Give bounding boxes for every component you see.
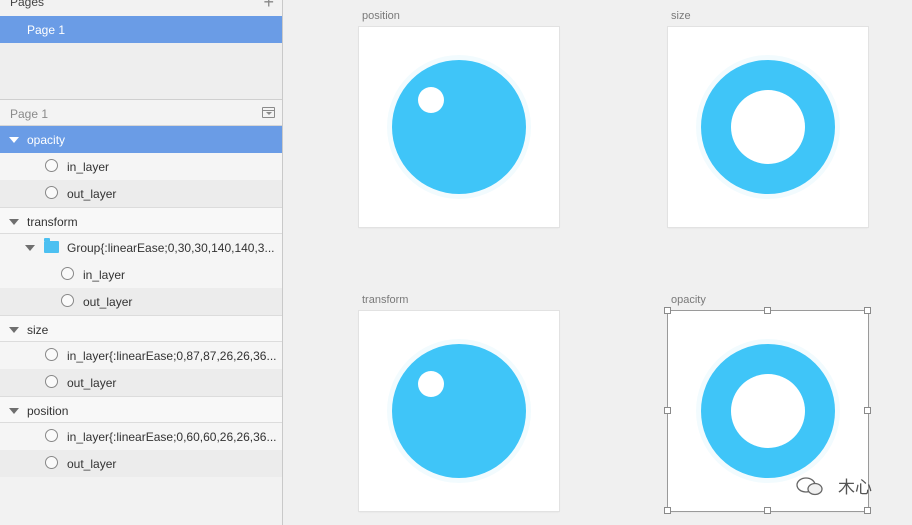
layer-label: transform [27,215,78,229]
page-name: Page 1 [27,23,66,37]
pages-list-area [0,43,282,99]
artboard-position[interactable] [359,27,559,227]
layer-label: position [27,404,69,418]
layers-header: Page 1 [0,99,282,126]
artboard-transform[interactable] [359,311,559,511]
folder-icon [44,238,59,253]
collapse-layers-icon[interactable] [262,107,275,118]
blue-circle[interactable] [392,60,526,194]
layer-folder[interactable]: Group{:linearEase;0,30,30,140,140,3... [0,234,282,261]
disclosure-triangle-icon[interactable] [9,327,19,333]
resize-handle-right[interactable] [864,407,871,414]
oval-shape-icon [45,429,58,442]
artboard-size[interactable] [668,27,868,227]
page-list-item[interactable]: Page 1 [0,16,282,43]
layer-label: Group{:linearEase;0,30,30,140,140,3... [67,241,275,255]
sidebar: Pages + Page 1 Page 1 opacity in_layer o… [0,0,283,525]
pages-title: Pages [10,0,45,9]
artboard-title[interactable]: opacity [671,294,706,306]
layer-item[interactable]: in_layer [0,153,282,180]
resize-handle-top-left[interactable] [664,307,671,314]
blue-circle[interactable] [392,344,526,478]
wechat-icon [796,477,823,496]
oval-shape-icon [45,159,58,172]
layer-group-size[interactable]: size [0,315,282,342]
white-dot[interactable] [418,371,444,397]
oval-shape-icon [61,267,74,280]
resize-handle-bottom-left[interactable] [664,507,671,514]
artboard-title[interactable]: transform [362,294,408,306]
layers-page-title: Page 1 [10,107,49,121]
layer-item[interactable]: out_layer [0,450,282,477]
layer-list: opacity in_layer out_layer transform Gro… [0,126,282,477]
layer-item[interactable]: out_layer [0,288,282,315]
watermark-text: 木心 [838,478,872,498]
oval-shape-icon [45,348,58,361]
disclosure-triangle-icon[interactable] [9,408,19,414]
disclosure-triangle-icon[interactable] [9,137,19,143]
layer-label: in_layer{:linearEase;0,87,87,26,26,36... [67,349,277,363]
layer-label: opacity [27,133,66,147]
layer-label: out_layer [83,295,133,309]
layer-item[interactable]: in_layer [0,261,282,288]
artboard-title[interactable]: position [362,10,400,22]
inner-white-circle[interactable] [731,90,805,164]
resize-handle-top-right[interactable] [864,307,871,314]
pages-header: Pages + [0,0,282,16]
oval-shape-icon [45,375,58,388]
layer-label: out_layer [67,187,117,201]
add-page-icon[interactable]: + [263,0,274,13]
disclosure-triangle-icon[interactable] [25,245,35,251]
layer-group-opacity[interactable]: opacity [0,126,282,153]
artboard-content [387,339,531,483]
layer-group-position[interactable]: position [0,396,282,423]
layer-label: in_layer [67,160,110,174]
artboard-title[interactable]: size [671,10,691,22]
layer-item[interactable]: in_layer{:linearEase;0,60,60,26,26,36... [0,423,282,450]
layer-label: size [27,323,49,337]
layer-label: out_layer [67,376,117,390]
layer-label: out_layer [67,457,117,471]
oval-shape-icon [61,294,74,307]
layer-item[interactable]: out_layer [0,369,282,396]
oval-shape-icon [45,456,58,469]
resize-handle-left[interactable] [664,407,671,414]
artboard-content [387,55,531,199]
layer-group-transform[interactable]: transform [0,207,282,234]
disclosure-triangle-icon[interactable] [9,219,19,225]
oval-shape-icon [45,186,58,199]
artboard-content [696,55,840,199]
resize-handle-bottom-right[interactable] [864,507,871,514]
layer-item[interactable]: in_layer{:linearEase;0,87,87,26,26,36... [0,342,282,369]
canvas[interactable]: position size transform opacity [284,0,912,525]
resize-handle-top[interactable] [764,307,771,314]
resize-handle-bottom[interactable] [764,507,771,514]
layer-item[interactable]: out_layer [0,180,282,207]
layer-label: in_layer{:linearEase;0,60,60,26,26,36... [67,430,277,444]
layer-label: in_layer [83,268,126,282]
white-dot[interactable] [418,87,444,113]
